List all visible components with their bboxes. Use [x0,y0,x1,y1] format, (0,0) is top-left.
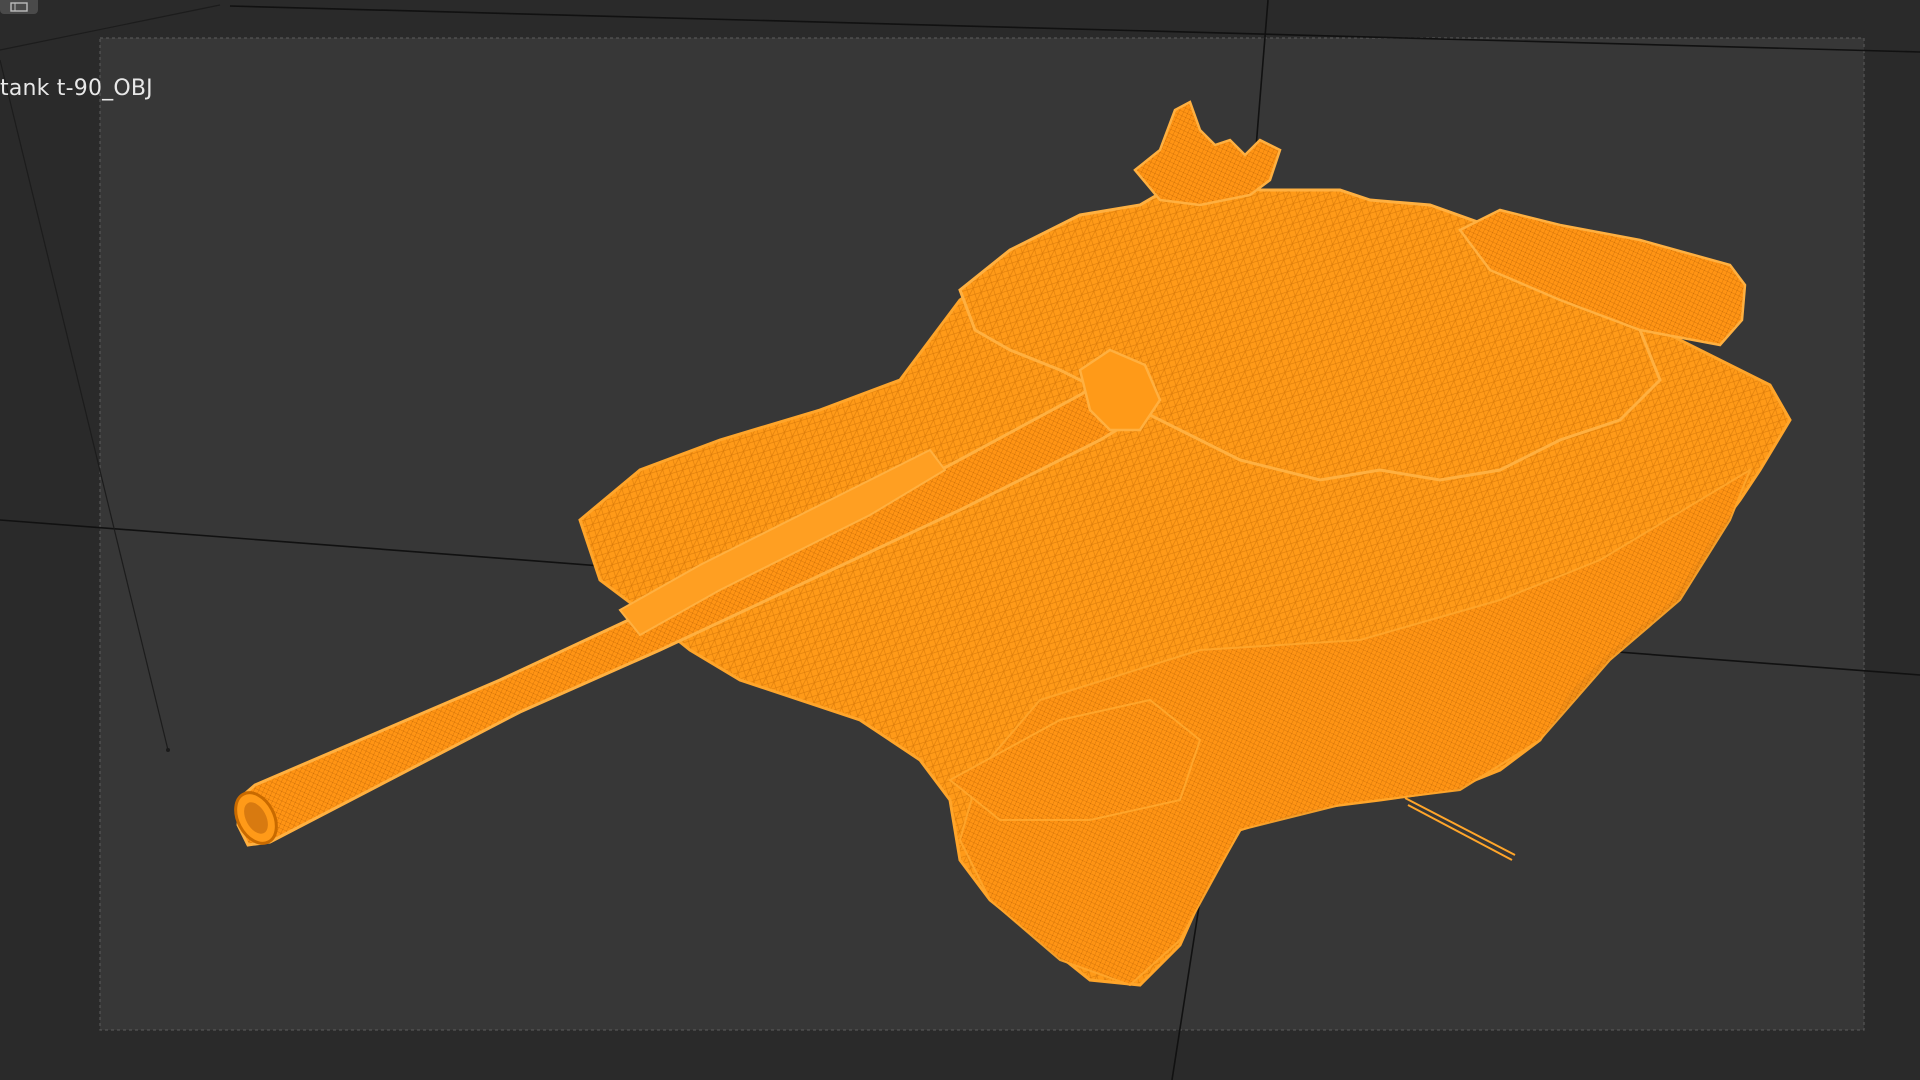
pivot-point [166,748,170,752]
viewport-canvas[interactable] [0,0,1920,1080]
3d-viewport[interactable]: tank t-90_OBJ [0,0,1920,1080]
viewport-menu-glyph [10,2,28,12]
object-name-label: tank t-90_OBJ [0,76,153,101]
viewport-menu-icon[interactable] [0,0,38,14]
